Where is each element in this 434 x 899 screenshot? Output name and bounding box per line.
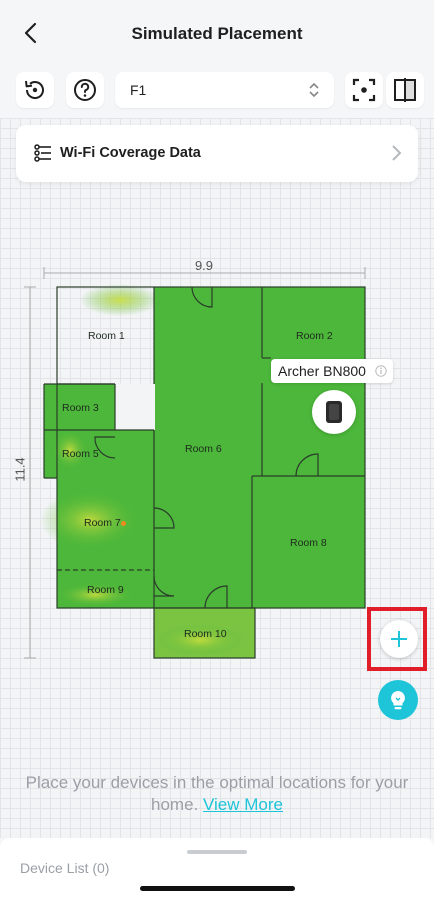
room-label: Room 10	[184, 628, 227, 640]
info-icon[interactable]	[375, 365, 387, 377]
sheet-grabber[interactable]	[187, 850, 247, 854]
page-title: Simulated Placement	[131, 24, 303, 43]
room-label: Room 9	[87, 584, 124, 596]
router-marker[interactable]	[312, 390, 356, 434]
split-view-button[interactable]	[386, 72, 424, 108]
tips-button[interactable]	[378, 680, 418, 720]
toolbar: F1	[0, 72, 434, 110]
undo-button[interactable]	[16, 72, 54, 108]
height-dimension-label: 11.4	[12, 457, 28, 482]
focus-button[interactable]	[345, 72, 383, 108]
room-label: Room 6	[185, 443, 222, 455]
room-label: Room 1	[88, 330, 125, 342]
location-dot	[121, 521, 126, 526]
placement-hint: Place your devices in the optimal locati…	[20, 772, 414, 816]
view-more-link[interactable]: View More	[203, 795, 283, 814]
wifi-coverage-label: Wi-Fi Coverage Data	[60, 145, 201, 161]
room-label: Room 5	[62, 448, 99, 460]
help-button[interactable]	[66, 72, 104, 108]
room-label: Room 3	[62, 402, 99, 414]
device-label[interactable]: Archer BN800	[271, 359, 393, 383]
wifi-coverage-card[interactable]: Wi-Fi Coverage Data	[16, 125, 418, 182]
room-label: Room 8	[290, 537, 327, 549]
focus-icon	[352, 78, 376, 102]
filter-list-icon	[34, 144, 51, 162]
router-icon	[326, 401, 342, 423]
width-dimension-label: 9.9	[194, 258, 214, 273]
room-label: Room 2	[296, 330, 333, 342]
device-name: Archer BN800	[278, 363, 366, 379]
split-view-icon	[394, 78, 416, 102]
add-device-button[interactable]	[380, 620, 418, 658]
device-list-label: Device List (0)	[20, 860, 110, 876]
chevron-right-icon	[392, 145, 402, 161]
question-icon	[74, 79, 96, 101]
floorplan-canvas[interactable]	[0, 118, 434, 838]
header-bar: Simulated Placement	[0, 0, 434, 62]
history-icon	[25, 80, 44, 99]
lightbulb-icon	[391, 691, 405, 710]
room-label: Room 7	[84, 517, 121, 529]
plus-icon	[391, 631, 407, 647]
floor-select-value: F1	[130, 82, 147, 98]
chevron-updown-icon	[309, 82, 319, 98]
floor-select[interactable]: F1	[115, 72, 334, 108]
home-indicator	[140, 886, 295, 891]
